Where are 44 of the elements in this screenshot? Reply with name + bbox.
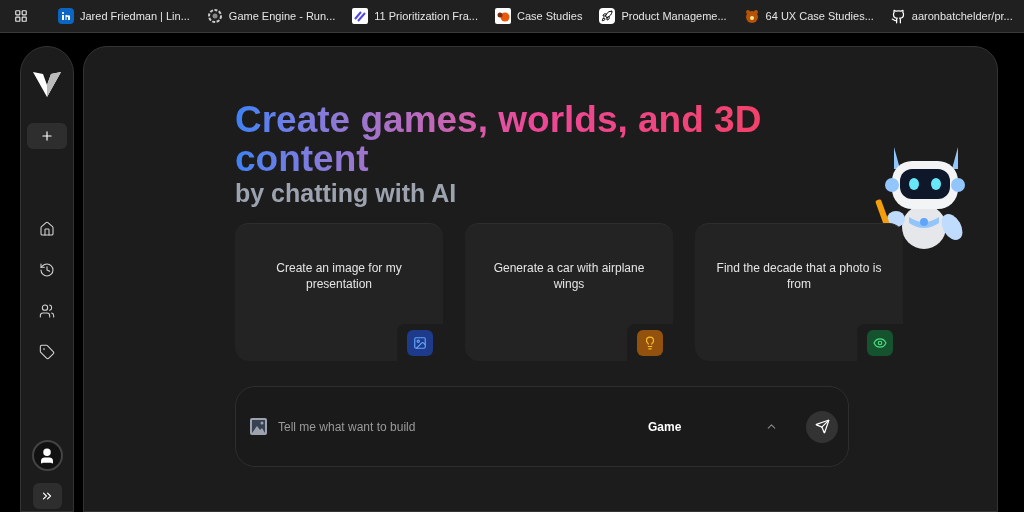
users-icon (39, 303, 55, 319)
apps-icon[interactable] (14, 9, 28, 23)
suggestion-card[interactable]: Generate a car with airplane wings (465, 223, 673, 361)
suggestion-card[interactable]: Find the decade that a photo is from (695, 223, 903, 361)
bookmark[interactable]: Game Engine - Run... (206, 7, 336, 25)
image-icon[interactable] (250, 418, 267, 435)
suggestion-text: Find the decade that a photo is from (715, 260, 883, 292)
github-icon (890, 8, 906, 24)
image-icon (413, 335, 427, 350)
fruit-icon (495, 8, 511, 24)
eye-button[interactable] (867, 329, 893, 356)
bookmark[interactable]: aaronbatchelder/pr... (890, 7, 1013, 25)
bookmark[interactable]: 11 Prioritization Fra... (352, 7, 478, 25)
image-button[interactable] (407, 329, 433, 356)
prompt-input[interactable]: Tell me what want to build (278, 417, 578, 436)
new-button[interactable] (27, 123, 67, 149)
user-icon (38, 446, 56, 465)
tag-icon (39, 344, 55, 360)
suggestion-card[interactable]: Create an image for my presentation (235, 223, 443, 361)
bulb-button[interactable] (637, 329, 663, 356)
bookmark[interactable]: 64 UX Case Studies... (743, 7, 874, 25)
bookmark[interactable]: Jared Friedman | Lin... (58, 7, 190, 25)
home-icon (39, 221, 55, 237)
expand-button[interactable] (32, 483, 62, 509)
send-button[interactable] (806, 410, 838, 443)
eye-icon (873, 335, 887, 350)
suggestion-text: Create an image for my presentation (275, 260, 403, 292)
chevrons-icon (40, 489, 54, 503)
bookmark[interactable]: Case Studies (495, 7, 583, 25)
suggestion-text: Generate a car with airplane wings (492, 260, 646, 292)
hero-subtitle: by chatting with AI (235, 178, 458, 208)
gear-icon (206, 8, 223, 24)
avatar[interactable] (31, 440, 63, 471)
bulb-icon (643, 335, 657, 350)
bear-icon (743, 8, 760, 24)
rocket-icon (599, 8, 616, 24)
plus-icon (40, 129, 54, 143)
bookmark[interactable]: Product Manageme... (599, 7, 727, 25)
stripes-icon (352, 8, 369, 24)
logo-icon (33, 71, 61, 97)
send-icon (814, 419, 830, 434)
linkedin-icon (58, 8, 74, 24)
mode-dropdown[interactable]: Game (648, 417, 778, 436)
history-icon (39, 262, 55, 278)
